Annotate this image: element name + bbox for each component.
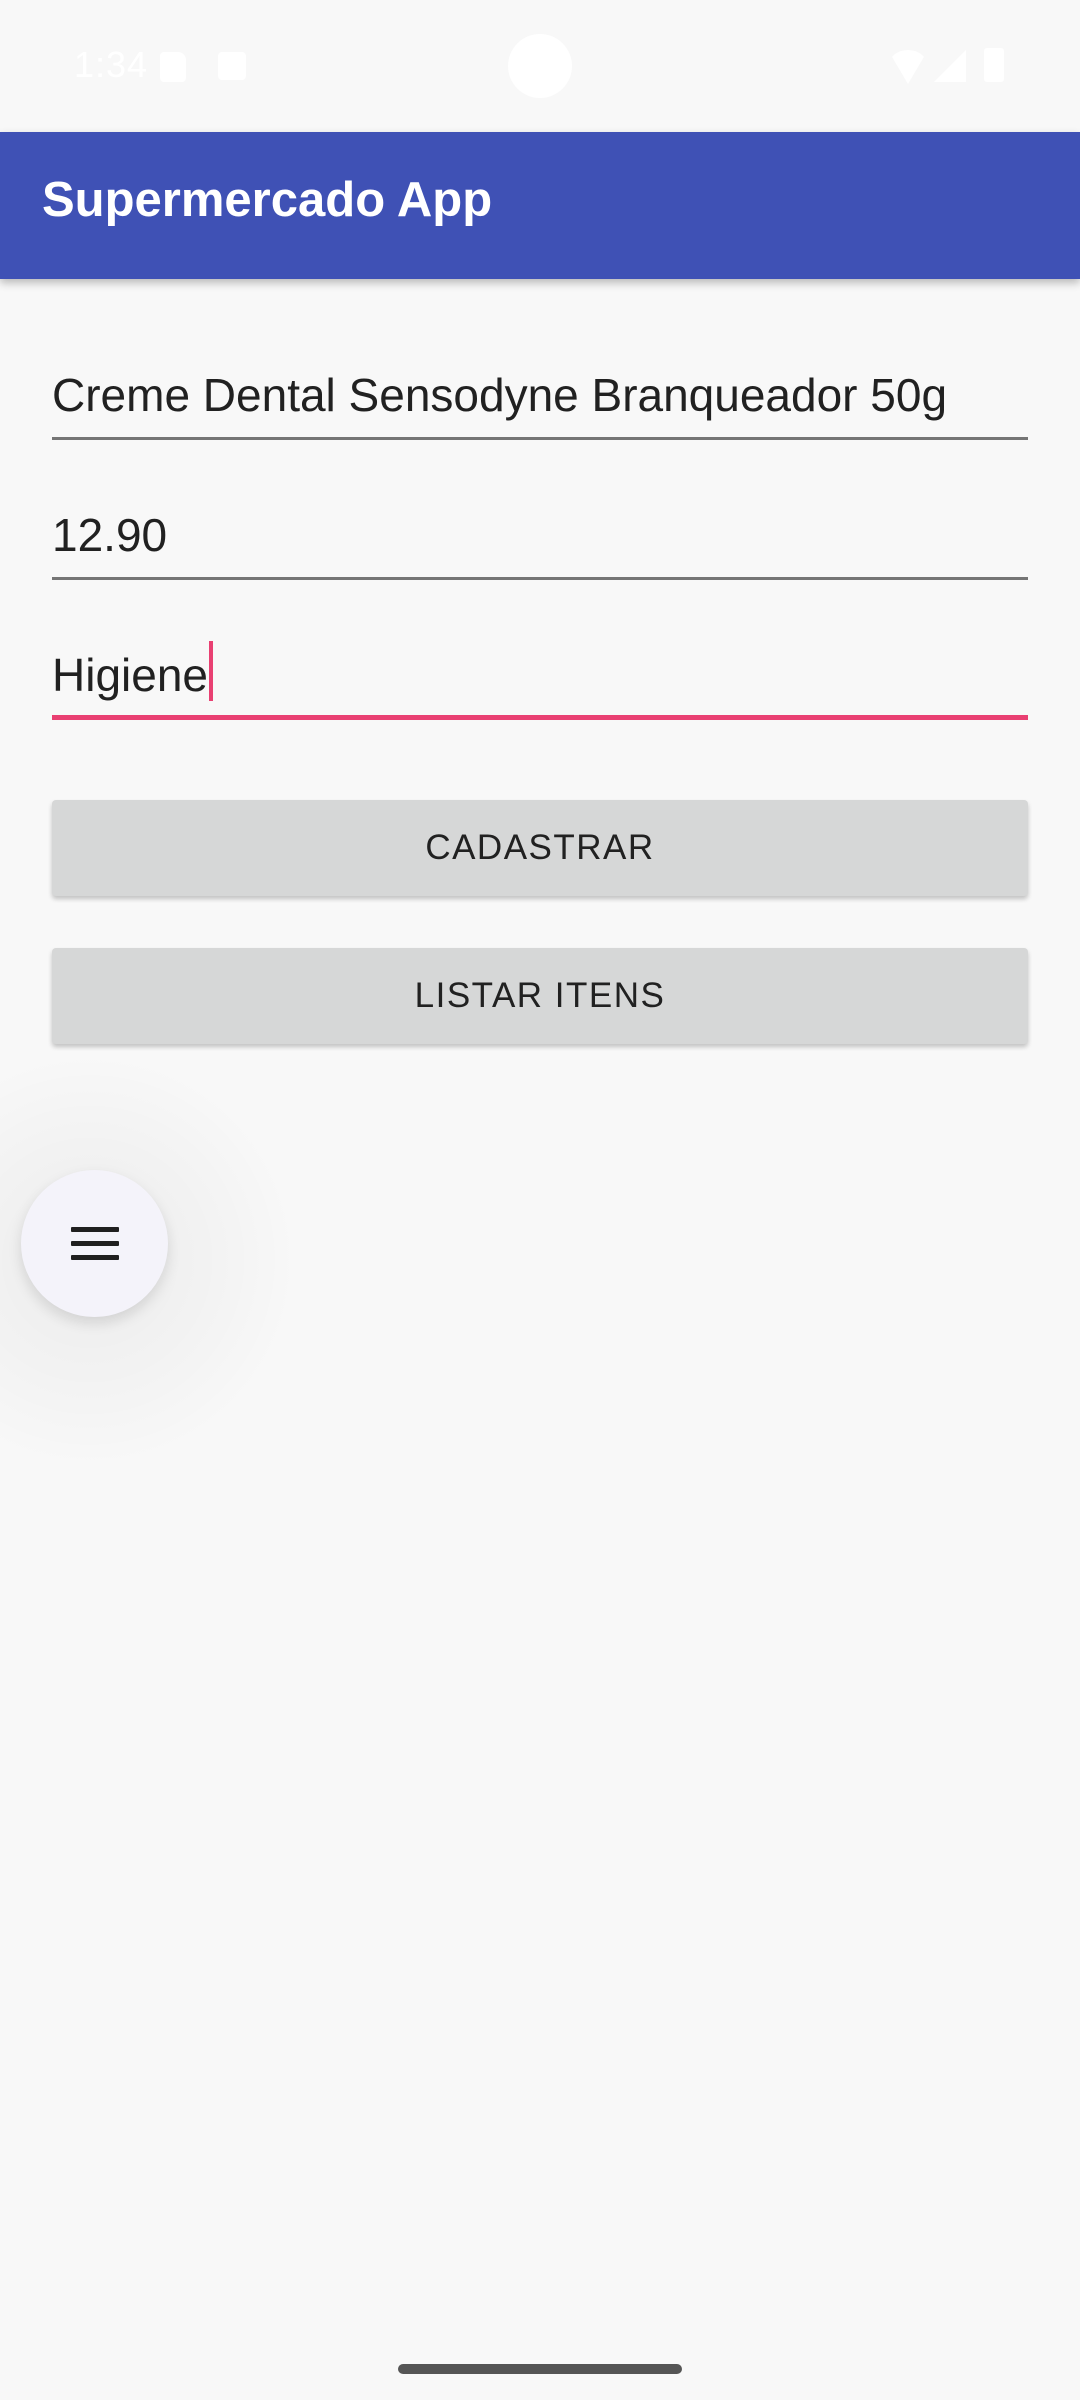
register-button[interactable]: CADASTRAR bbox=[52, 800, 1028, 896]
sd-card-icon bbox=[160, 52, 186, 82]
wifi-icon bbox=[888, 50, 928, 84]
category-value-wrapper: Higiene bbox=[52, 641, 213, 702]
battery-icon bbox=[984, 48, 1004, 82]
price-underline bbox=[52, 577, 1028, 580]
text-cursor bbox=[209, 641, 213, 701]
home-indicator[interactable] bbox=[398, 2364, 682, 2374]
menu-icon bbox=[70, 1226, 119, 1261]
price-value: 12.90 bbox=[52, 509, 168, 561]
status-time: 1:34 bbox=[74, 44, 149, 85]
price-field[interactable]: 12.90 bbox=[52, 470, 1028, 580]
product-name-value: Creme Dental Sensodyne Branqueador 50g bbox=[52, 369, 948, 421]
camera-cutout bbox=[508, 34, 572, 98]
screen: 1:34 Supermercado App Creme Dental Senso… bbox=[0, 0, 1080, 2400]
category-field[interactable]: Higiene bbox=[52, 610, 1028, 720]
product-name-field[interactable]: Creme Dental Sensodyne Branqueador 50g bbox=[52, 330, 1028, 440]
app-bar: Supermercado App bbox=[0, 132, 1080, 279]
photo-icon bbox=[218, 52, 246, 80]
list-items-button[interactable]: LISTAR ITENS bbox=[52, 948, 1028, 1044]
category-underline bbox=[52, 715, 1028, 720]
status-bar: 1:34 bbox=[0, 0, 1080, 132]
menu-fab-button[interactable] bbox=[21, 1170, 168, 1317]
app-title: Supermercado App bbox=[42, 173, 493, 227]
category-value: Higiene bbox=[52, 649, 208, 701]
signal-icon bbox=[934, 50, 966, 82]
product-name-underline bbox=[52, 437, 1028, 440]
